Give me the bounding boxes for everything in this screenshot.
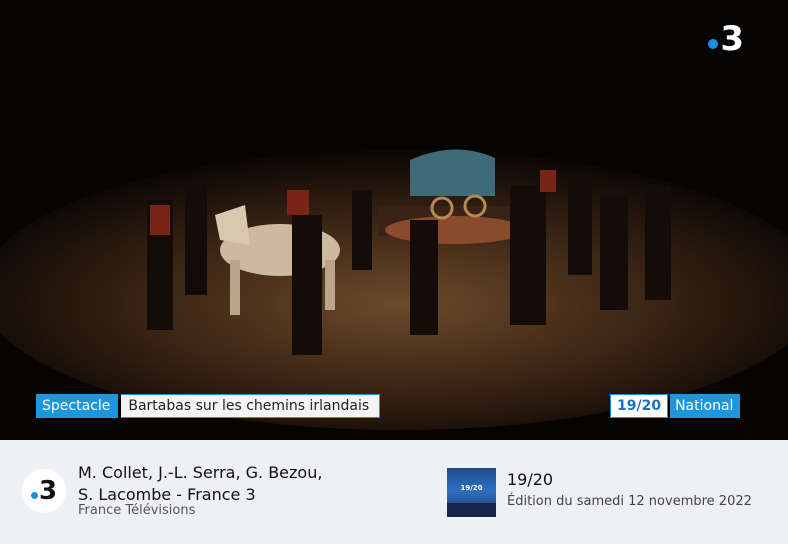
video-player[interactable]: 3 Spectacle Bartabas sur les chemins irl… <box>0 0 788 440</box>
program-tag: 19/20 National <box>610 394 741 418</box>
stage-scene <box>0 0 788 440</box>
category-tag: Spectacle <box>36 394 119 418</box>
program-name: 19/20 <box>610 394 669 418</box>
france3-avatar[interactable]: 3 <box>22 469 66 513</box>
logo-number: 3 <box>720 19 744 59</box>
thumbnail-label: 19/20 <box>460 484 483 492</box>
credits-line-1: M. Collet, J.-L. Serra, G. Bezou, <box>78 463 323 482</box>
lower-third: Spectacle Bartabas sur les chemins irlan… <box>36 394 381 418</box>
region-name: National <box>670 394 741 418</box>
avatar-dot-icon <box>30 491 38 499</box>
credits: M. Collet, J.-L. Serra, G. Bezou, S. Lac… <box>78 462 398 506</box>
program-thumbnail[interactable]: 19/20 <box>447 468 496 517</box>
edition-date: Édition du samedi 12 novembre 2022 <box>507 494 752 509</box>
avatar-number: 3 <box>38 476 58 506</box>
show-title[interactable]: 19/20 <box>507 470 553 489</box>
story-title: Bartabas sur les chemins irlandais <box>121 394 381 418</box>
logo-dot-icon <box>708 39 719 49</box>
channel-logo: 3 <box>708 22 744 56</box>
publisher: France Télévisions <box>78 503 196 518</box>
thumbnail-skyline <box>447 503 496 517</box>
